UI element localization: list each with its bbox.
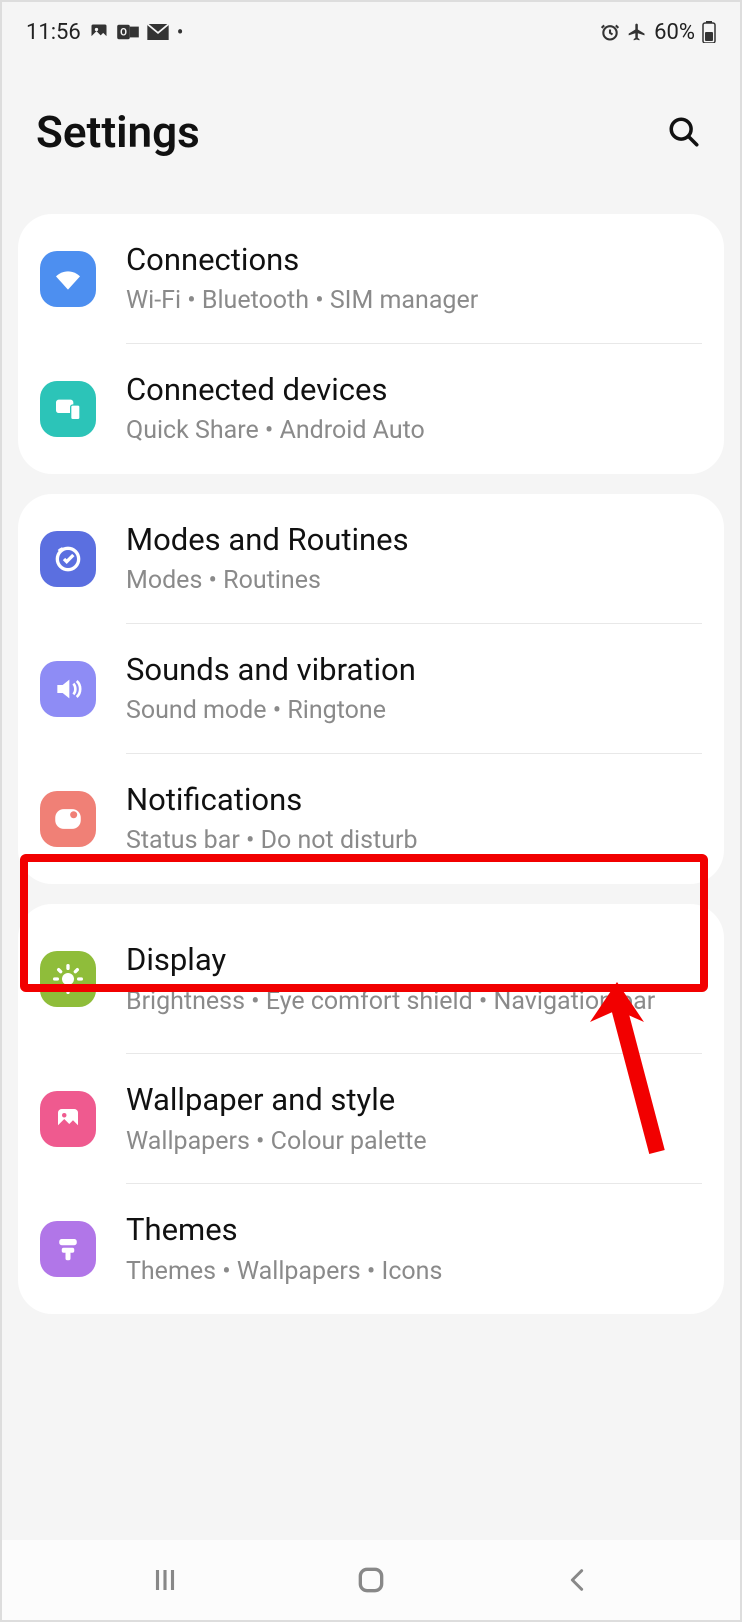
settings-item-notifications[interactable]: Notifications Status bar • Do not distur… [18, 754, 724, 884]
item-title: Connections [126, 240, 704, 280]
battery-icon [702, 21, 716, 43]
recent-apps-button[interactable] [130, 1557, 200, 1603]
devices-icon [40, 381, 96, 437]
item-title: Notifications [126, 780, 704, 820]
status-right: 60% [600, 20, 716, 45]
alarm-icon [600, 22, 620, 42]
settings-item-sounds-vibration[interactable]: Sounds and vibration Sound mode • Ringto… [18, 624, 724, 754]
item-subtitle: Status bar • Do not disturb [126, 824, 704, 858]
battery-text: 60% [654, 20, 695, 45]
search-button[interactable] [662, 110, 706, 154]
item-subtitle: Quick Share • Android Auto [126, 414, 704, 448]
mail-icon [147, 24, 169, 40]
recent-icon [150, 1565, 180, 1595]
wallpaper-icon [40, 1091, 96, 1147]
settings-item-connected-devices[interactable]: Connected devices Quick Share • Android … [18, 344, 724, 474]
item-title: Themes [126, 1210, 704, 1250]
status-left: 11:56 O • [26, 20, 184, 45]
settings-item-wallpaper-style[interactable]: Wallpaper and style Wallpapers • Colour … [18, 1054, 724, 1184]
notifications-icon [40, 791, 96, 847]
item-subtitle: Themes • Wallpapers • Icons [126, 1255, 704, 1289]
navigation-bar [2, 1540, 740, 1620]
item-subtitle: Brightness • Eye comfort shield • Naviga… [126, 985, 704, 1019]
sound-icon [40, 661, 96, 717]
header: Settings [2, 56, 740, 214]
item-title: Modes and Routines [126, 520, 704, 560]
item-subtitle: Wi-Fi • Bluetooth • SIM manager [126, 284, 704, 318]
image-icon [89, 22, 109, 42]
item-subtitle: Modes • Routines [126, 564, 704, 598]
search-icon [667, 115, 701, 149]
item-title: Wallpaper and style [126, 1080, 704, 1120]
routines-icon [40, 531, 96, 587]
airplane-icon [627, 22, 647, 42]
themes-icon [40, 1221, 96, 1277]
status-time: 11:56 [26, 20, 81, 45]
item-title: Display [126, 940, 704, 980]
svg-text:O: O [120, 28, 127, 39]
status-bar: 11:56 O • 60% [2, 2, 740, 56]
item-subtitle: Sound mode • Ringtone [126, 694, 704, 728]
dot-icon: • [177, 20, 184, 44]
settings-group: Display Brightness • Eye comfort shield … [18, 904, 724, 1314]
home-icon [355, 1564, 387, 1596]
settings-item-connections[interactable]: Connections Wi-Fi • Bluetooth • SIM mana… [18, 214, 724, 344]
wifi-icon [40, 251, 96, 307]
settings-item-modes-routines[interactable]: Modes and Routines Modes • Routines [18, 494, 724, 624]
display-icon [40, 951, 96, 1007]
settings-item-themes[interactable]: Themes Themes • Wallpapers • Icons [18, 1184, 724, 1314]
settings-group: Modes and Routines Modes • Routines Soun… [18, 494, 724, 884]
page-title: Settings [36, 106, 200, 158]
item-subtitle: Wallpapers • Colour palette [126, 1125, 704, 1159]
back-icon [563, 1566, 591, 1594]
item-title: Connected devices [126, 370, 704, 410]
item-title: Sounds and vibration [126, 650, 704, 690]
settings-group: Connections Wi-Fi • Bluetooth • SIM mana… [18, 214, 724, 474]
outlook-icon: O [117, 23, 139, 41]
back-button[interactable] [542, 1557, 612, 1603]
home-button[interactable] [336, 1557, 406, 1603]
settings-item-display[interactable]: Display Brightness • Eye comfort shield … [18, 904, 724, 1054]
